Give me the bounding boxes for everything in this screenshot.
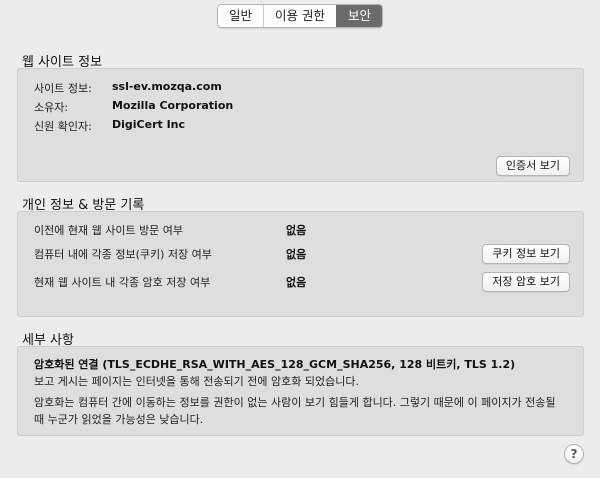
cookies-label: 컴퓨터 내에 각종 정보(쿠키) 저장 여부 (34, 248, 212, 261)
cookies-value: 없음 (286, 248, 307, 261)
owner-value: Mozilla Corporation (112, 99, 234, 112)
privacy-info-box: 이전에 현재 웹 사이트 방문 여부 없음 컴퓨터 내에 각종 정보(쿠키) 저… (17, 211, 584, 317)
passwords-value: 없음 (286, 276, 307, 289)
view-certificate-button[interactable]: 인증서 보기 (495, 156, 570, 176)
tab-permissions[interactable]: 이용 권한 (263, 5, 336, 27)
visited-label: 이전에 현재 웹 사이트 방문 여부 (34, 224, 184, 237)
tab-general[interactable]: 일반 (218, 5, 263, 27)
owner-label: 소유자: (34, 101, 69, 114)
website-info-box: 사이트 정보: ssl-ev.mozqa.com 소유자: Mozilla Co… (17, 68, 584, 182)
help-button[interactable]: ? (564, 444, 584, 464)
view-cookies-button[interactable]: 쿠키 정보 보기 (482, 244, 570, 264)
visited-value: 없음 (286, 224, 307, 237)
verifier-label: 신원 확인자: (34, 120, 92, 133)
site-value: ssl-ev.mozqa.com (112, 80, 222, 93)
details-line-1: 보고 게시는 페이지는 인터넷을 통해 전송되기 전에 암호화 되었습니다. (34, 375, 359, 388)
site-label: 사이트 정보: (34, 82, 92, 95)
tab-bar: 일반 이용 권한 보안 (0, 4, 600, 28)
connection-info: 암호화된 연결 (TLS_ECDHE_RSA_WITH_AES_128_GCM_… (34, 358, 516, 371)
passwords-label: 현재 웹 사이트 내 각종 암호 저장 여부 (34, 276, 211, 289)
segmented-tabs: 일반 이용 권한 보안 (216, 4, 383, 28)
verifier-value: DigiCert Inc (112, 118, 186, 131)
details-line-2: 암호화는 컴퓨터 간에 이동하는 정보를 권한이 없는 사람이 보기 힘들게 합… (34, 396, 556, 426)
tab-security[interactable]: 보안 (335, 5, 382, 27)
view-saved-passwords-button[interactable]: 저장 암호 보기 (482, 272, 570, 292)
